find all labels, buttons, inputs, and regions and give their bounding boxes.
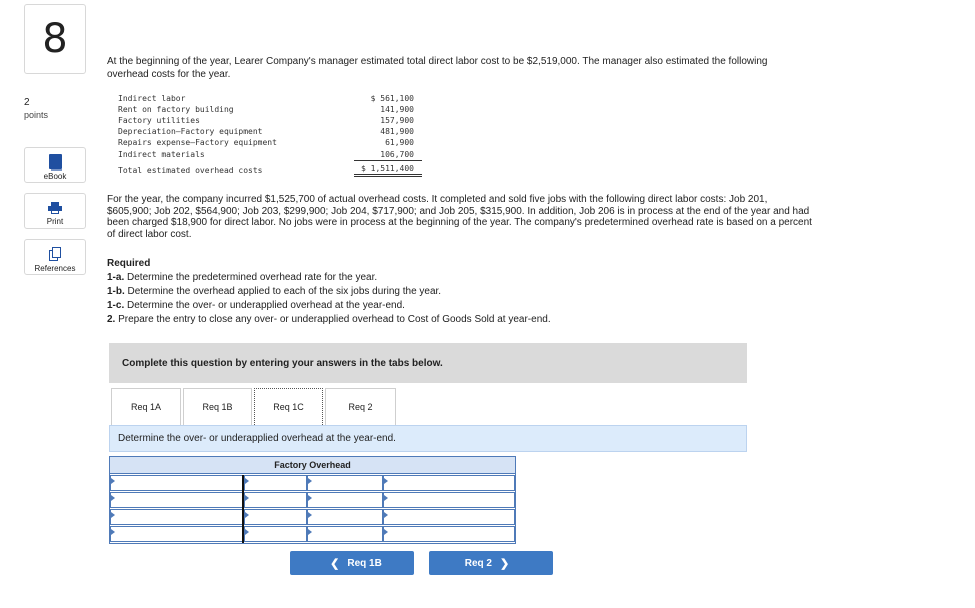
credit-label-input-2[interactable] bbox=[307, 492, 383, 508]
question-number-box: 8 bbox=[24, 4, 86, 74]
ebook-label: eBook bbox=[43, 172, 67, 181]
cost-amount: 481,900 bbox=[380, 127, 414, 136]
cost-label: Repairs expense—Factory equipment bbox=[118, 138, 277, 147]
print-label: Print bbox=[46, 217, 64, 226]
instructions-bar: Complete this question by entering your … bbox=[109, 343, 747, 383]
t-account-divider bbox=[242, 475, 244, 543]
chevron-right-icon: ❯ bbox=[500, 557, 510, 570]
next-req-label: Req 2 bbox=[464, 557, 492, 569]
references-button[interactable]: References bbox=[24, 239, 86, 275]
prev-req-button[interactable]: ❮ Req 1B bbox=[290, 551, 414, 575]
cost-amount: 106,700 bbox=[380, 150, 414, 159]
required-item: 2. Prepare the entry to close any over- … bbox=[107, 314, 551, 325]
required-heading: Required bbox=[107, 258, 151, 269]
debit-label-input-2[interactable] bbox=[110, 492, 244, 508]
intro-text: At the beginning of the year, Learer Com… bbox=[107, 56, 768, 80]
cost-label: Depreciation—Factory equipment bbox=[118, 127, 263, 136]
cost-label: Indirect labor bbox=[118, 94, 186, 103]
cost-amount: 141,900 bbox=[380, 105, 414, 114]
required-item: 1-b. Determine the overhead applied to e… bbox=[107, 286, 441, 297]
factory-overhead-t-account: Factory Overhead bbox=[109, 456, 516, 544]
tab-req-2[interactable]: Req 2 bbox=[325, 388, 396, 425]
cost-label: Indirect materials bbox=[118, 150, 205, 159]
book-icon bbox=[48, 154, 62, 171]
credit-amount-input-4[interactable] bbox=[383, 526, 515, 542]
required-item-text: Determine the predetermined overhead rat… bbox=[124, 272, 378, 283]
credit-amount-input-2[interactable] bbox=[383, 492, 515, 508]
points-label: points bbox=[24, 110, 49, 120]
prev-req-label: Req 1B bbox=[347, 557, 382, 569]
debit-amount-input-1[interactable] bbox=[244, 475, 307, 491]
cost-amount: 157,900 bbox=[380, 116, 414, 125]
total-rule-1 bbox=[354, 174, 422, 175]
required-item: 1-c. Determine the over- or underapplied… bbox=[107, 300, 405, 311]
debit-amount-input-4[interactable] bbox=[244, 526, 307, 542]
required-item-tag: 1-c. bbox=[107, 300, 125, 311]
credit-amount-input-3[interactable] bbox=[383, 509, 515, 525]
task-instruction-bar: Determine the over- or underapplied over… bbox=[109, 425, 747, 452]
task-instruction: Determine the over- or underapplied over… bbox=[118, 433, 396, 444]
required-item-tag: 1-a. bbox=[107, 272, 125, 283]
printer-icon bbox=[48, 202, 62, 214]
required-item: 1-a. Determine the predetermined overhea… bbox=[107, 272, 377, 283]
total-rule-2 bbox=[354, 176, 422, 177]
cost-label: Factory utilities bbox=[118, 116, 200, 125]
required-item-tag: 1-b. bbox=[107, 286, 125, 297]
question-number: 8 bbox=[42, 16, 68, 62]
next-req-button[interactable]: Req 2 ❯ bbox=[429, 551, 553, 575]
t-account-title: Factory Overhead bbox=[110, 457, 515, 474]
required-item-text: Determine the overhead applied to each o… bbox=[124, 286, 442, 297]
credit-label-input-4[interactable] bbox=[307, 526, 383, 542]
total-amount: $ 1,511,400 bbox=[361, 164, 414, 173]
tab-req-1c[interactable]: Req 1C bbox=[254, 388, 323, 425]
references-icon bbox=[49, 247, 61, 261]
subtotal-rule bbox=[354, 160, 422, 161]
debit-amount-input-2[interactable] bbox=[244, 492, 307, 508]
total-label: Total estimated overhead costs bbox=[118, 166, 263, 175]
cost-amount: $ 561,100 bbox=[370, 94, 414, 103]
tab-req-1b[interactable]: Req 1B bbox=[183, 388, 252, 425]
tab-req-1a[interactable]: Req 1A bbox=[111, 388, 181, 425]
instructions-text: Complete this question by entering your … bbox=[122, 357, 443, 369]
debit-label-input-4[interactable] bbox=[110, 526, 244, 542]
references-label: References bbox=[34, 264, 76, 273]
cost-amount: 61,900 bbox=[385, 138, 414, 147]
credit-label-input-3[interactable] bbox=[307, 509, 383, 525]
required-item-text: Prepare the entry to close any over- or … bbox=[115, 314, 551, 325]
debit-label-input-3[interactable] bbox=[110, 509, 244, 525]
cost-label: Rent on factory building bbox=[118, 105, 234, 114]
print-button[interactable]: Print bbox=[24, 193, 86, 229]
required-item-text: Determine the over- or underapplied over… bbox=[124, 300, 405, 311]
ebook-button[interactable]: eBook bbox=[24, 147, 86, 183]
chevron-left-icon: ❮ bbox=[330, 557, 340, 570]
points-value: 2 bbox=[24, 97, 30, 108]
credit-label-input-1[interactable] bbox=[307, 475, 383, 491]
scenario-text: For the year, the company incurred $1,52… bbox=[107, 194, 812, 240]
debit-amount-input-3[interactable] bbox=[244, 509, 307, 525]
credit-amount-input-1[interactable] bbox=[383, 475, 515, 491]
debit-label-input-1[interactable] bbox=[110, 475, 244, 491]
